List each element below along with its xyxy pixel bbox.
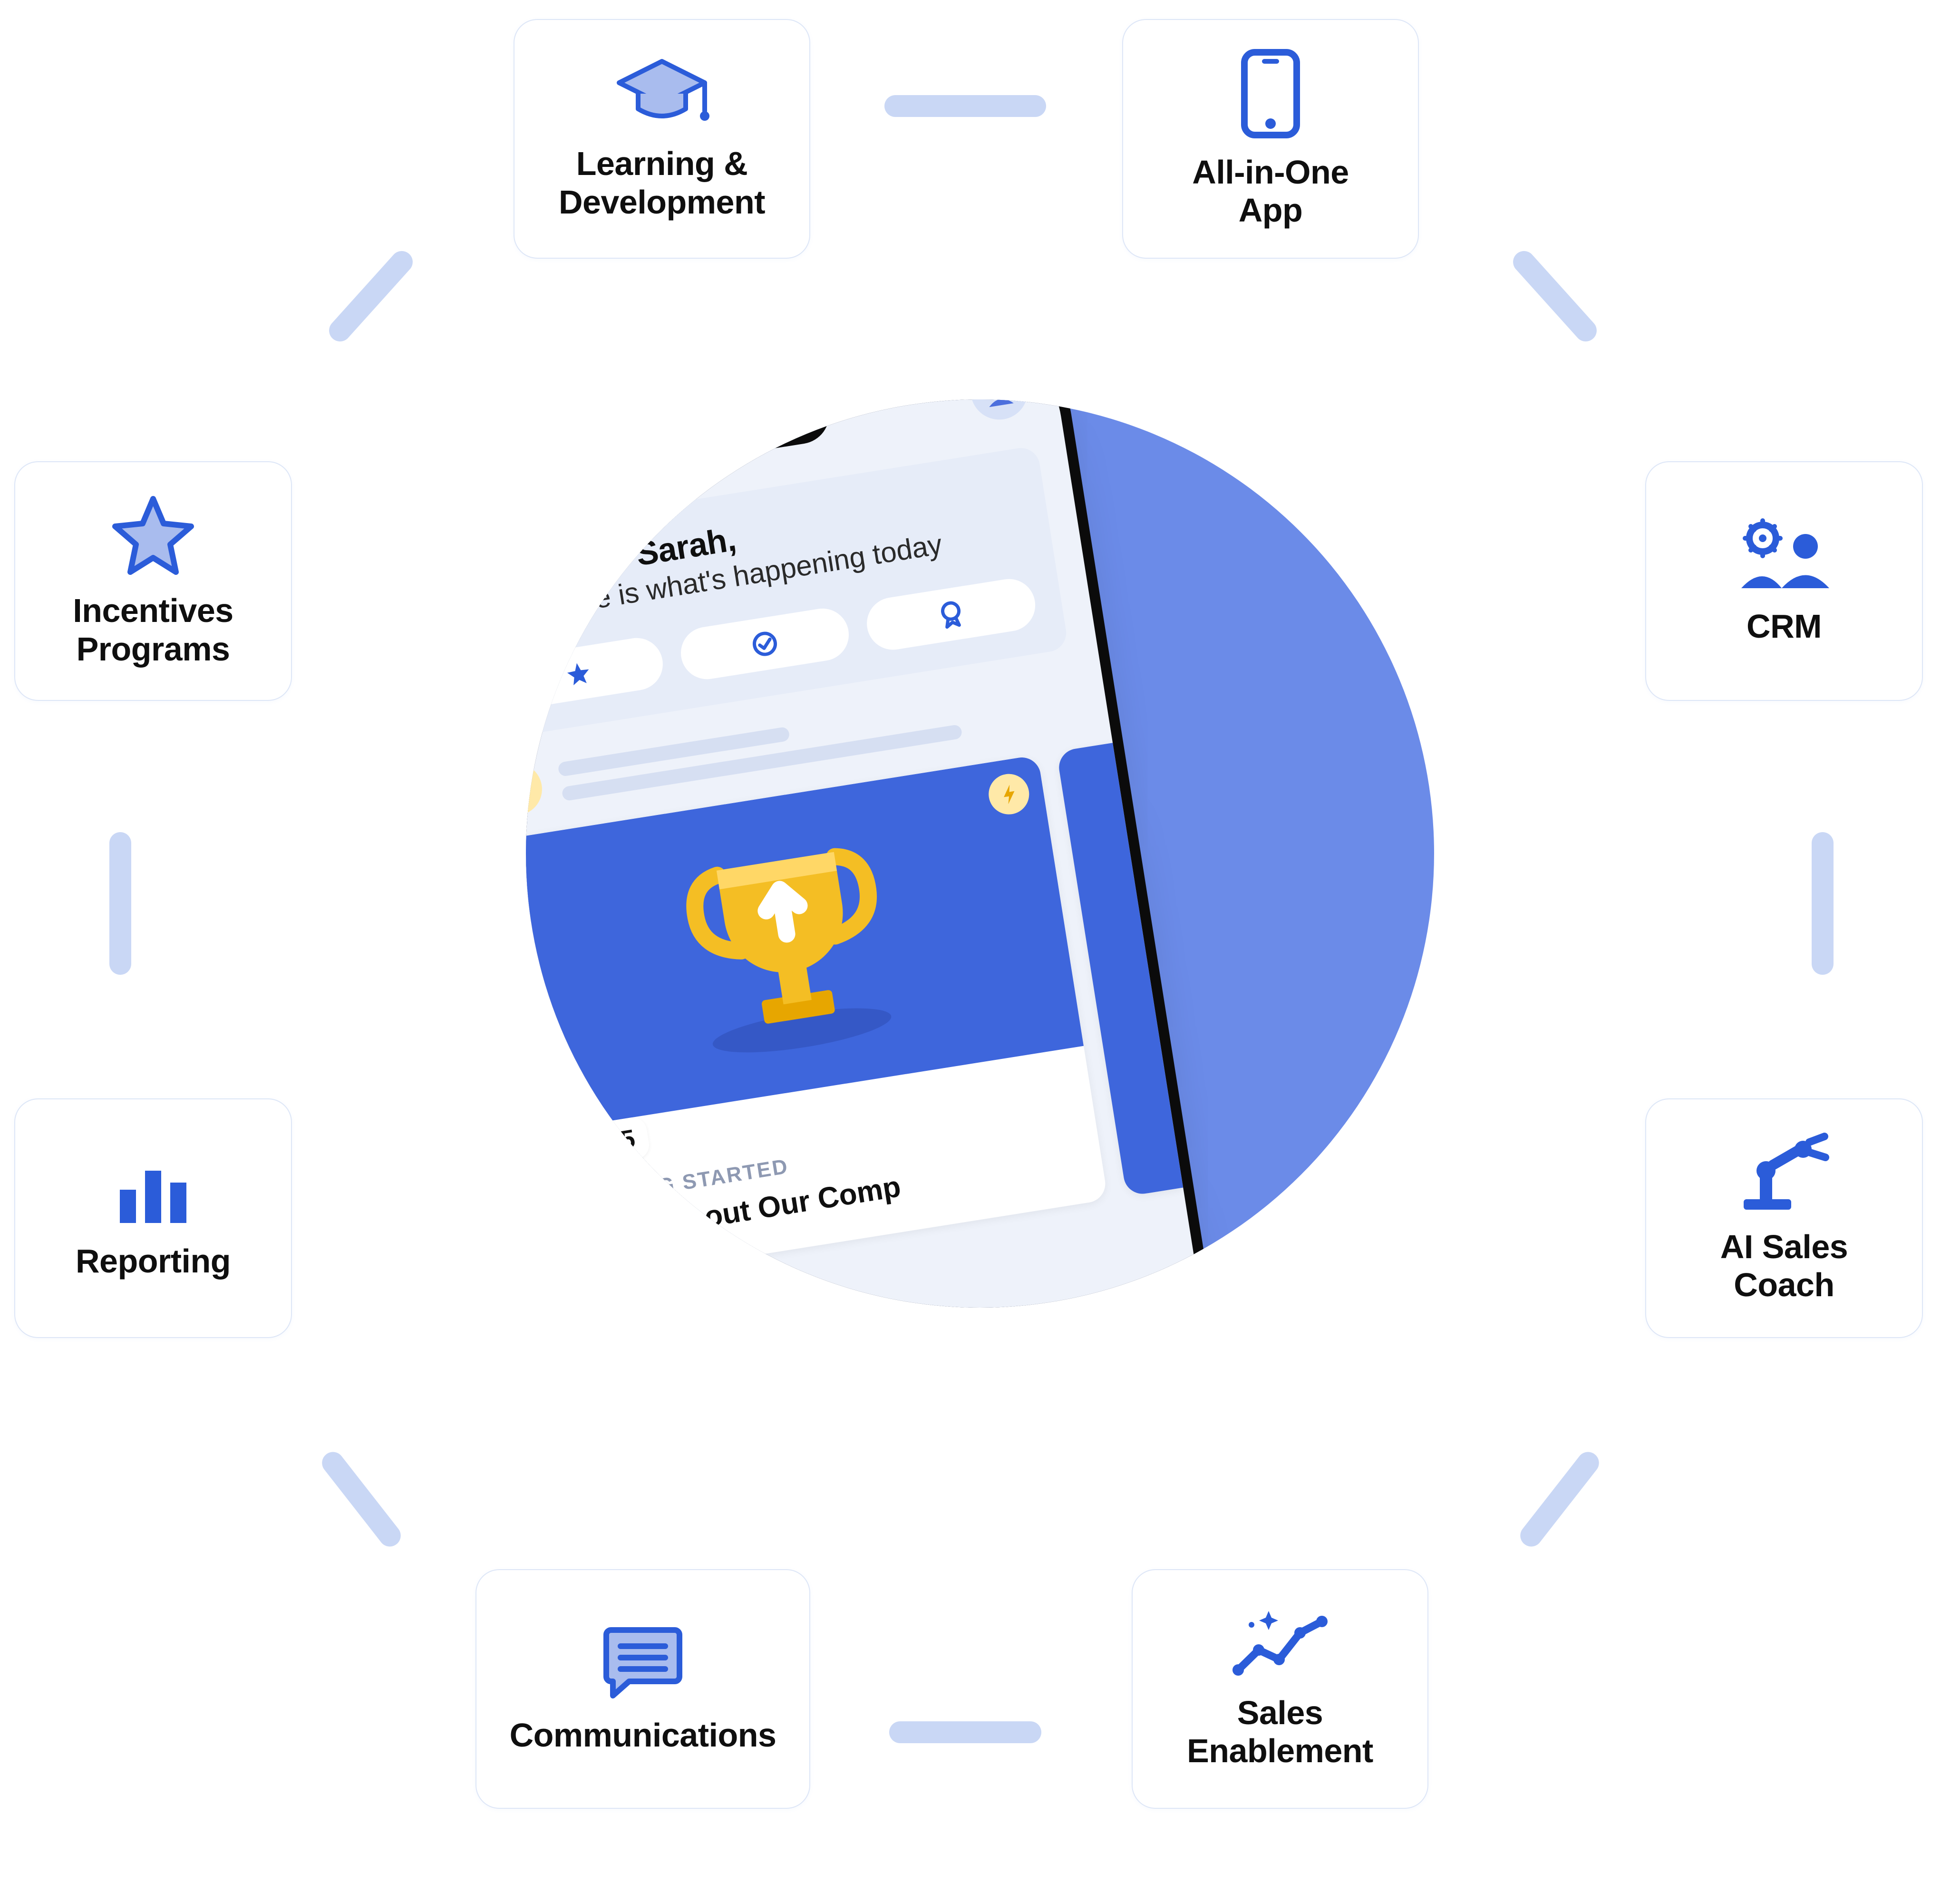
user-avatar-icon	[475, 553, 535, 612]
bar-chart-icon	[113, 1156, 194, 1228]
feature-label: All-in-OneApp	[1192, 153, 1349, 230]
feature-learning-development[interactable]: Learning &Development	[514, 19, 810, 259]
feature-crm[interactable]: CRM	[1645, 461, 1923, 701]
feature-reporting[interactable]: Reporting	[14, 1098, 292, 1338]
connector-dash	[109, 832, 131, 975]
feature-label: Learning &Development	[559, 145, 765, 221]
connector-dash	[325, 246, 417, 346]
feature-incentives-programs[interactable]: IncentivesPrograms	[14, 461, 292, 701]
hero-circle	[526, 399, 1434, 1308]
connector-dash	[889, 1721, 1041, 1743]
menu-icon[interactable]	[433, 458, 483, 496]
feature-label: Reporting	[76, 1242, 231, 1281]
feature-sales-enablement[interactable]: SalesEnablement	[1132, 1569, 1428, 1809]
feature-label: AI SalesCoach	[1720, 1228, 1848, 1304]
connector-dash	[1509, 246, 1601, 346]
star-icon	[110, 494, 196, 577]
connector-dash	[318, 1447, 405, 1551]
feature-label: CRM	[1747, 607, 1822, 646]
trend-sparkle-icon	[1232, 1608, 1328, 1679]
connector-dash	[1516, 1447, 1603, 1551]
chat-icon	[602, 1623, 683, 1702]
people-gear-icon	[1734, 517, 1834, 593]
connector-dash	[884, 95, 1046, 117]
feature-all-in-one-app[interactable]: All-in-OneApp	[1122, 19, 1419, 259]
feature-label: SalesEnablement	[1187, 1694, 1373, 1770]
diagram-stage: Learning &Development All-in-OneApp Ince…	[0, 0, 1960, 1902]
connector-dash	[1812, 832, 1834, 975]
robot-arm-icon	[1739, 1133, 1829, 1213]
feature-label: Communications	[510, 1716, 776, 1755]
feature-label: IncentivesPrograms	[73, 592, 233, 668]
feature-ai-sales-coach[interactable]: AI SalesCoach	[1645, 1098, 1923, 1338]
smartphone-icon	[1240, 49, 1301, 139]
feature-communications[interactable]: Communications	[475, 1569, 810, 1809]
graduation-cap-icon	[614, 57, 709, 130]
